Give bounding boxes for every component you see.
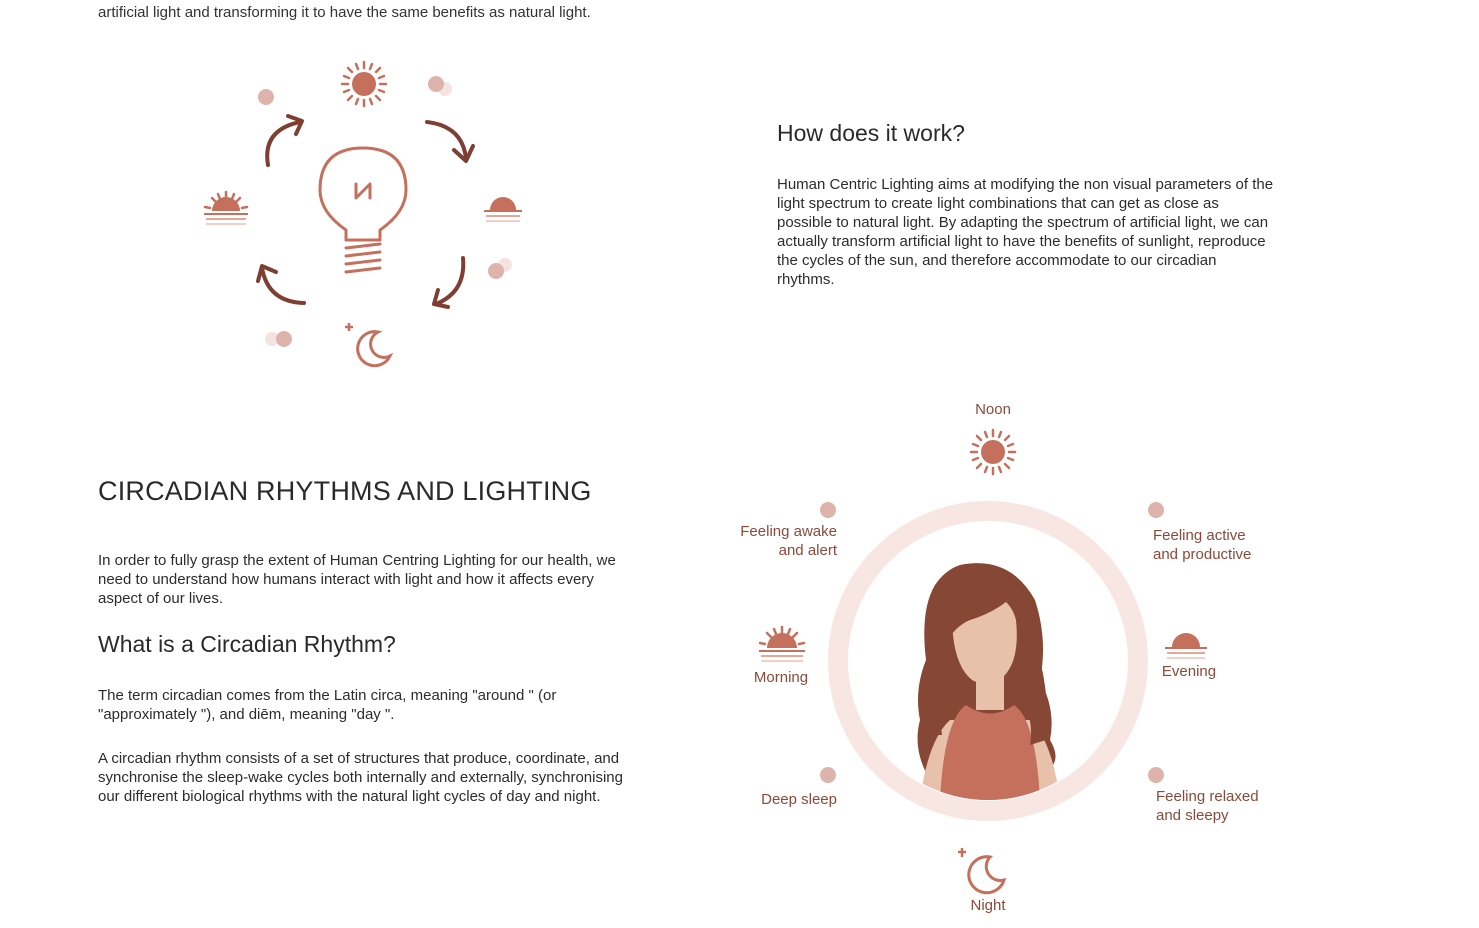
circadian-intro-text: In order to fully grasp the extent of Hu…: [98, 552, 616, 607]
moon-icon: [345, 323, 394, 368]
lightbulb-icon: [318, 146, 408, 274]
dot-icon: [276, 331, 292, 347]
dot-icon: [1148, 502, 1164, 518]
page: artificial light and transforming it to …: [0, 0, 1479, 928]
cycle-arrow-icon: [425, 120, 475, 163]
intro-clipped-text: artificial light and transforming it to …: [98, 4, 591, 21]
label-morning: Morning: [753, 669, 809, 686]
label-evening: Evening: [1161, 663, 1217, 680]
sunset-icon: [484, 197, 522, 222]
sun-icon: [969, 428, 1017, 476]
label-night: Night: [970, 897, 1006, 914]
circadian-section-title: CIRCADIAN RHYTHMS AND LIGHTING: [98, 476, 592, 506]
cycle-arrow-icon: [256, 264, 306, 305]
dot-icon: [428, 76, 444, 92]
circadian-cycle-illustration: [758, 428, 1207, 895]
circadian-definition-text: The term circadian comes from the Latin …: [98, 687, 557, 723]
what-is-circadian-title: What is a Circadian Rhythm?: [98, 631, 396, 657]
dot-icon: [1148, 767, 1164, 783]
lightbulb-cycle-illustration: [203, 60, 522, 368]
how-it-works-body: Human Centric Lighting aims at modifying…: [777, 176, 1274, 288]
label-feeling-active: Feeling active and productive: [1153, 527, 1252, 563]
cycle-arrow-icon: [432, 256, 466, 309]
cycle-arrow-icon: [265, 114, 304, 167]
sunrise-icon: [758, 625, 806, 662]
dot-icon: [258, 89, 274, 105]
moon-icon: [958, 848, 1007, 895]
sun-icon: [340, 60, 388, 108]
label-feeling-relaxed: Feeling relaxed and sleepy: [1156, 788, 1259, 824]
circadian-description-text: A circadian rhythm consists of a set of …: [98, 750, 623, 805]
label-feeling-awake: Feeling awake and alert: [740, 523, 837, 559]
sunrise-icon: [203, 190, 249, 225]
dot-icon: [820, 502, 836, 518]
dot-icon: [488, 263, 504, 279]
label-noon: Noon: [975, 401, 1011, 418]
woman-avatar: [917, 563, 1060, 800]
label-deep-sleep: Deep sleep: [761, 791, 837, 808]
dot-icon: [820, 767, 836, 783]
sunset-icon: [1165, 633, 1207, 659]
how-it-works-title: How does it work?: [777, 120, 965, 146]
